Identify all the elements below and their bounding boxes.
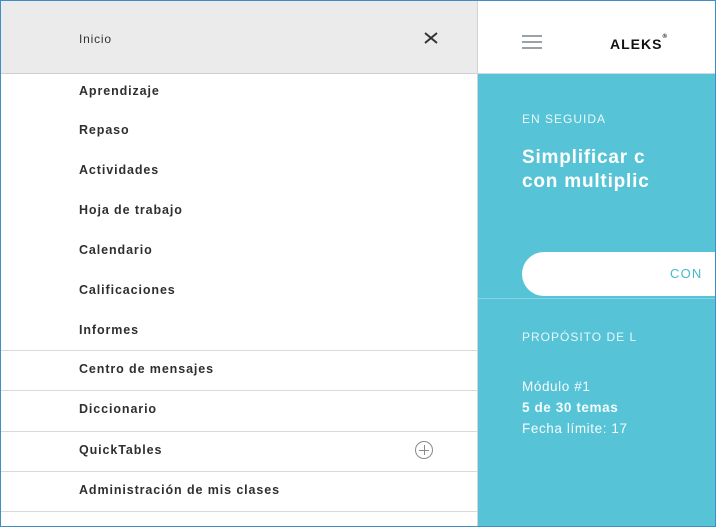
sidebar-item-label: Diccionario: [79, 402, 157, 416]
module-name: Módulo #1: [522, 379, 591, 394]
due-date: Fecha límite: 17: [522, 421, 628, 436]
sidebar-item-label: Administración de mis clases: [79, 483, 280, 497]
divider: [478, 298, 715, 299]
sidebar-item-calificaciones[interactable]: Calificaciones: [1, 272, 477, 310]
sidebar-item-aprendizaje[interactable]: Aprendizaje: [1, 73, 477, 111]
divider: [1, 511, 477, 512]
sidebar-item-label: Hoja de trabajo: [79, 203, 183, 217]
next-topic-title: Simplificar c con multiplic: [522, 146, 650, 194]
next-label: EN SEGUIDA: [522, 112, 607, 126]
title-line-1: Simplificar c: [522, 147, 646, 168]
sidebar-item-inicio[interactable]: Inicio: [1, 1, 477, 74]
continue-button-label: CON: [670, 266, 703, 281]
sidebar-item-label: Calificaciones: [79, 283, 176, 297]
sidebar-item-hoja-de-trabajo[interactable]: Hoja de trabajo: [1, 192, 477, 230]
sidebar-item-diccionario[interactable]: Diccionario: [1, 391, 477, 429]
sidebar-menu: Inicio Aprendizaje Repaso Actividades Ho…: [1, 1, 478, 526]
close-icon[interactable]: [419, 26, 443, 50]
topics-progress: 5 de 30 temas: [522, 400, 619, 415]
sidebar-item-informes[interactable]: Informes: [1, 312, 477, 350]
hamburger-menu-icon[interactable]: [522, 35, 542, 49]
sidebar-item-label: Aprendizaje: [79, 84, 160, 98]
aleks-logo: ALEKS®: [610, 34, 668, 52]
sidebar-item-actividades[interactable]: Actividades: [1, 152, 477, 190]
app-frame: Inicio Aprendizaje Repaso Actividades Ho…: [0, 0, 716, 527]
sidebar-item-label: Actividades: [79, 163, 160, 177]
continue-button[interactable]: CON: [522, 252, 715, 296]
sidebar-item-centro-de-mensajes[interactable]: Centro de mensajes: [1, 351, 477, 389]
sidebar-item-repaso[interactable]: Repaso: [1, 112, 477, 150]
sidebar-item-label: Informes: [79, 323, 139, 337]
goal-label: PROPÓSITO DE L: [522, 330, 638, 344]
title-line-2: con multiplic: [522, 171, 650, 192]
sidebar-item-label: Centro de mensajes: [79, 362, 214, 376]
plus-circle-icon[interactable]: [415, 441, 433, 459]
sidebar-item-label: Calendario: [79, 243, 153, 257]
sidebar-item-calendario[interactable]: Calendario: [1, 232, 477, 270]
sidebar-item-label: QuickTables: [79, 443, 163, 457]
sidebar-header-label: Inicio: [79, 32, 112, 46]
sidebar-item-label: Repaso: [79, 123, 130, 137]
top-bar: ALEKS®: [478, 1, 715, 74]
sidebar-item-quicktables[interactable]: QuickTables: [1, 432, 477, 470]
main-panel: EN SEGUIDA Simplificar c con multiplic C…: [478, 74, 715, 526]
sidebar-item-administracion[interactable]: Administración de mis clases: [1, 472, 477, 510]
